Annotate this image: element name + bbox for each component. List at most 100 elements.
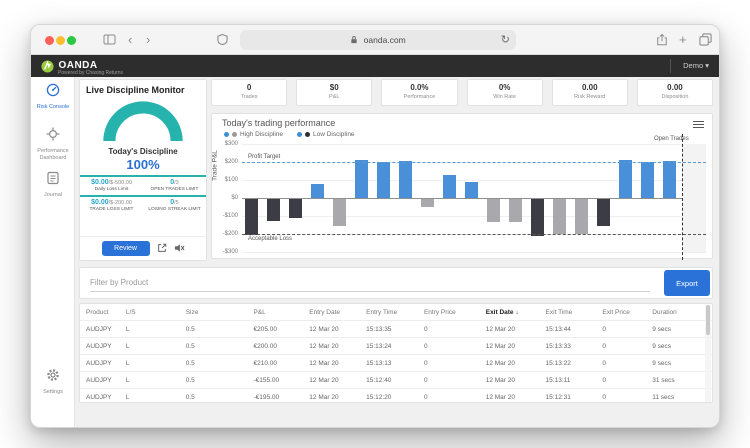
y-tick-label: $200 — [212, 159, 238, 165]
journal-icon — [46, 172, 60, 189]
chart-bar[interactable] — [619, 160, 632, 198]
chart-bar[interactable] — [311, 184, 324, 198]
mute-icon[interactable] — [174, 240, 185, 258]
sidebar-item-label: Journal — [31, 192, 75, 199]
chart-bar[interactable] — [333, 199, 346, 226]
legend-radio-icon — [224, 132, 229, 137]
chart-bar[interactable] — [663, 161, 676, 198]
col-header-product[interactable]: Product — [80, 309, 120, 316]
chart-bar[interactable] — [487, 199, 500, 222]
export-button[interactable]: Export — [664, 270, 710, 296]
filter-input[interactable] — [90, 274, 650, 292]
open-trades-limit: 0/3 OPEN TRADES LIMIT — [143, 177, 206, 192]
chart-bar[interactable] — [597, 199, 610, 226]
table-cell: 15:13:11 — [540, 377, 597, 384]
chart-bar[interactable] — [531, 199, 544, 236]
table-cell: 0 — [418, 326, 480, 333]
app-header: OANDA Powered by Chasing Returns Demo ▾ — [31, 55, 719, 77]
chart-bar[interactable] — [641, 162, 654, 198]
table-row[interactable]: AUDJPYL0.5€200.0012 Mar 2015:13:24012 Ma… — [80, 337, 712, 354]
table-cell: 0.5 — [180, 343, 248, 350]
table-cell: 15:13:22 — [540, 360, 597, 367]
col-header-entry-time[interactable]: Entry Time — [360, 309, 418, 316]
table-cell: 12 Mar 20 — [303, 360, 360, 367]
legend-item-high-discipline[interactable]: High Discipline — [224, 131, 283, 138]
new-tab-icon[interactable]: + — [679, 32, 687, 48]
profit-target-line — [242, 162, 706, 163]
url-text: oanda.com — [364, 35, 406, 45]
col-header-entry-price[interactable]: Entry Price — [418, 309, 480, 316]
table-cell: AUDJPY — [80, 360, 120, 367]
col-header-entry-date[interactable]: Entry Date — [303, 309, 360, 316]
col-header-duration[interactable]: Duration — [646, 309, 712, 316]
stat-label: P&L — [297, 94, 371, 100]
account-menu[interactable]: Demo ▾ — [670, 59, 709, 73]
sidebar-item-settings[interactable]: Settings — [31, 368, 75, 396]
review-button[interactable]: Review — [102, 241, 150, 256]
table-cell: 12 Mar 20 — [303, 377, 360, 384]
address-bar[interactable]: oanda.com ↻ — [240, 30, 516, 50]
sidebar-item-risk-console[interactable]: Risk Console — [31, 83, 75, 111]
col-header-p-l[interactable]: P&L — [247, 309, 303, 316]
chart-panel: Today's trading performance High Discipl… — [211, 113, 713, 259]
col-header-exit-date[interactable]: Exit Date ↓ — [480, 309, 540, 316]
col-header-l-s[interactable]: L/S — [120, 309, 180, 316]
chart-bar[interactable] — [509, 199, 522, 222]
external-link-icon[interactable] — [157, 240, 167, 258]
discipline-title: Live Discipline Monitor — [80, 80, 206, 95]
table-scrollbar[interactable] — [705, 305, 711, 403]
table-cell: AUDJPY — [80, 394, 120, 401]
sidebar-item-label: Settings — [31, 389, 75, 396]
legend-item-low-discipline[interactable]: Low Discipline — [297, 131, 355, 138]
legend-label: Low Discipline — [313, 131, 355, 138]
stat-value: 0.00 — [553, 83, 627, 92]
chart-bar[interactable] — [245, 199, 258, 235]
sidebar-toggle-icon[interactable] — [103, 33, 116, 49]
table-row[interactable]: AUDJPYL0.5€210.0012 Mar 2015:13:13012 Ma… — [80, 354, 712, 371]
stat-card-performance: 0.0%Performance — [381, 79, 457, 106]
privacy-shield-icon[interactable] — [217, 33, 228, 50]
zoom-window-button[interactable] — [67, 36, 76, 45]
refresh-icon[interactable]: ↻ — [501, 30, 510, 50]
table-cell: 0 — [418, 394, 480, 401]
stat-card-win-rate: 0%Win Rate — [467, 79, 543, 106]
chart-bar[interactable] — [377, 162, 390, 198]
legend-marker-icon — [305, 132, 310, 137]
chart-bar[interactable] — [399, 161, 412, 198]
chart-bar[interactable] — [443, 175, 456, 198]
acceptable-loss-label: Acceptable Loss — [248, 236, 292, 242]
chart-bar[interactable] — [421, 199, 434, 207]
col-header-exit-price[interactable]: Exit Price — [596, 309, 646, 316]
chart-menu-icon[interactable] — [693, 119, 704, 130]
table-cell: 15:13:13 — [360, 360, 418, 367]
chart-bar[interactable] — [289, 199, 302, 218]
chart-bar[interactable] — [465, 182, 478, 198]
close-window-button[interactable] — [45, 36, 54, 45]
table-cell: 15:13:35 — [360, 326, 418, 333]
stat-card-risk-reward: 0.00Risk Reward — [552, 79, 628, 106]
table-row[interactable]: AUDJPYL0.5-€195.0012 Mar 2015:12:20012 M… — [80, 388, 712, 403]
table-cell: 0 — [596, 360, 646, 367]
chart-bar[interactable] — [553, 199, 566, 234]
minimize-window-button[interactable] — [56, 36, 65, 45]
sidebar-item-journal[interactable]: Journal — [31, 171, 75, 199]
table-row[interactable]: AUDJPYL0.5-€155.0012 Mar 2015:12:40012 M… — [80, 371, 712, 388]
content-area: Risk Console Performance Dashboard Journal… — [31, 77, 719, 428]
sidebar: Risk Console Performance Dashboard Journal… — [31, 77, 75, 428]
sidebar-item-performance-dashboard[interactable]: Performance Dashboard — [31, 127, 75, 161]
chart-bar[interactable] — [267, 199, 280, 221]
col-header-exit-time[interactable]: Exit Time — [540, 309, 597, 316]
target-icon — [46, 128, 60, 145]
chart-bar[interactable] — [575, 199, 588, 234]
table-cell: 0 — [596, 326, 646, 333]
col-header-size[interactable]: Size — [180, 309, 248, 316]
tab-overview-icon[interactable] — [699, 33, 712, 50]
table-cell: AUDJPY — [80, 326, 120, 333]
table-row[interactable]: AUDJPYL0.5€205.0012 Mar 2015:13:35012 Ma… — [80, 320, 712, 337]
forward-icon[interactable]: › — [146, 32, 150, 48]
sidebar-item-label: Performance Dashboard — [31, 148, 75, 161]
share-icon[interactable] — [656, 33, 668, 51]
chart-bar[interactable] — [355, 160, 368, 198]
table-cell: L — [120, 343, 180, 350]
back-icon[interactable]: ‹ — [128, 32, 132, 48]
